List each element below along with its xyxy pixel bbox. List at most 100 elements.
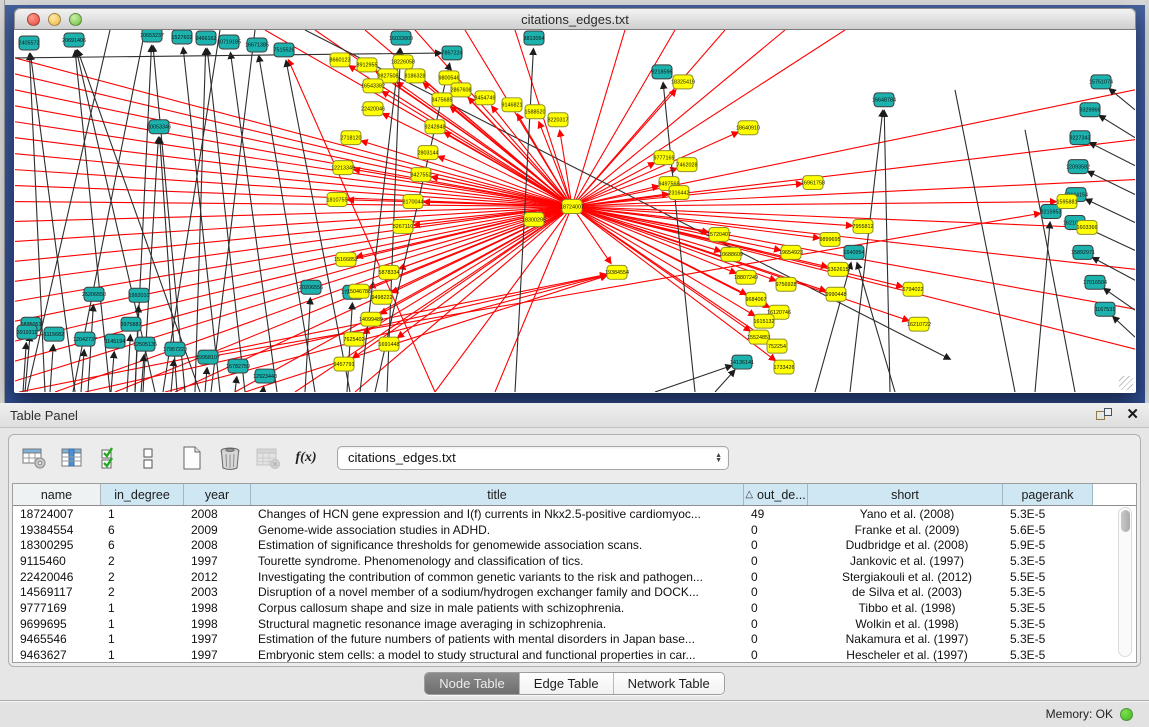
graph-edge[interactable] — [81, 350, 84, 392]
graph-node[interactable]: 1527602 — [172, 30, 193, 44]
graph-node[interactable]: 14136141 — [730, 355, 754, 369]
table-row[interactable]: 969969511998Structural magnetic resonanc… — [13, 616, 1136, 632]
graph-edge[interactable] — [15, 207, 572, 222]
column-header-year[interactable]: year — [184, 484, 251, 505]
graph-edge[interactable] — [15, 207, 572, 342]
graph-edge[interactable] — [195, 49, 206, 392]
graph-node[interactable]: 2803144 — [418, 146, 439, 160]
graph-edge[interactable] — [815, 263, 851, 392]
table-cell[interactable]: 5.3E-5 — [1003, 632, 1093, 646]
table-cell[interactable]: 0 — [744, 570, 808, 584]
deselect-all-columns-button[interactable] — [135, 445, 161, 471]
table-cell[interactable]: 5.5E-5 — [1003, 570, 1093, 584]
citation-network-graph[interactable]: 2405572206914061065323715276029466162107… — [15, 30, 1135, 392]
graph-edge[interactable] — [1113, 317, 1135, 337]
graph-node[interactable]: 9498222 — [372, 290, 393, 304]
graph-node[interactable]: 19384554 — [605, 265, 629, 279]
table-row[interactable]: 1456911722003Disruption of a novel membe… — [13, 584, 1136, 600]
graph-node[interactable]: 16782759 — [226, 359, 250, 373]
table-cell[interactable]: 2003 — [184, 585, 251, 599]
table-cell[interactable]: Estimation of significance thresholds fo… — [251, 538, 744, 552]
table-cell[interactable]: de Silva et al. (2003) — [808, 585, 1003, 599]
column-header-name[interactable]: name — [13, 484, 101, 505]
graph-node[interactable]: 10688609 — [719, 247, 743, 261]
graph-node[interactable]: 12093582 — [1066, 160, 1090, 174]
graph-node[interactable]: 1992010 — [129, 288, 150, 302]
table-cell[interactable]: Genome-wide association studies in ADHD. — [251, 523, 744, 537]
table-cell[interactable]: Wolkin et al. (1998) — [808, 617, 1003, 631]
graph-hub-node[interactable]: 18724007 — [560, 200, 584, 214]
table-cell[interactable]: 9699695 — [13, 617, 101, 631]
table-cell[interactable]: 0 — [744, 648, 808, 662]
graph-node[interactable]: 9684067 — [746, 292, 767, 306]
table-cell[interactable]: Nakamura et al. (1997) — [808, 632, 1003, 646]
table-cell[interactable]: 1997 — [184, 554, 251, 568]
graph-node[interactable]: 16961758 — [801, 176, 825, 190]
column-header-short[interactable]: short — [808, 484, 1003, 505]
graph-node[interactable]: 25206550 — [82, 287, 106, 301]
table-cell[interactable]: 6 — [101, 538, 184, 552]
graph-node[interactable]: 15046788 — [347, 284, 371, 298]
graph-edge[interactable] — [15, 207, 572, 282]
graph-node[interactable]: 8186328 — [405, 69, 426, 83]
table-cell[interactable]: Changes of HCN gene expression and I(f) … — [251, 507, 744, 521]
graph-node[interactable]: 17957223 — [163, 342, 187, 356]
graph-node[interactable]: 8427552 — [411, 168, 432, 182]
graph-node[interactable]: 7515526 — [274, 43, 295, 57]
graph-node[interactable]: 752254 — [767, 339, 787, 353]
graph-edge[interactable] — [259, 56, 315, 392]
delete-column-button[interactable] — [217, 445, 243, 471]
graph-node[interactable]: 9218596 — [652, 65, 673, 79]
window-resize-grip[interactable] — [1119, 376, 1133, 390]
table-cell[interactable]: Disruption of a novel member of a sodium… — [251, 585, 744, 599]
table-cell[interactable]: 18724007 — [13, 507, 101, 521]
graph-node[interactable]: 17016504 — [1083, 275, 1107, 289]
graph-edge[interactable] — [235, 377, 237, 392]
graph-node[interactable]: 20691406 — [62, 33, 86, 47]
graph-node[interactable]: 22420046 — [361, 102, 385, 116]
close-window-button[interactable] — [27, 13, 40, 26]
graph-edge[interactable] — [1090, 143, 1135, 166]
table-cell[interactable]: Embryonic stem cells: a model to study s… — [251, 648, 744, 662]
table-cell[interactable]: 0 — [744, 601, 808, 615]
minimize-window-button[interactable] — [48, 13, 61, 26]
table-cell[interactable]: 0 — [744, 523, 808, 537]
column-header-pagerank[interactable]: pagerank — [1003, 484, 1093, 505]
graph-edge[interactable] — [171, 360, 174, 392]
graph-edge[interactable] — [207, 49, 245, 392]
graph-edge[interactable] — [715, 370, 735, 392]
table-cell[interactable]: 1998 — [184, 601, 251, 615]
table-cell[interactable]: 1 — [101, 601, 184, 615]
graph-node[interactable]: 8267110 — [393, 219, 414, 233]
tab-edge-table[interactable]: Edge Table — [520, 673, 614, 694]
graph-node[interactable]: 9146821 — [502, 98, 523, 112]
table-cell[interactable]: 2 — [101, 570, 184, 584]
function-builder-button[interactable]: f(x) — [293, 445, 319, 471]
table-cell[interactable]: 5.3E-5 — [1003, 617, 1093, 631]
table-cell[interactable]: 5.3E-5 — [1003, 507, 1093, 521]
graph-node[interactable]: 7625402 — [344, 332, 365, 346]
table-cell[interactable]: 0 — [744, 617, 808, 631]
graph-node[interactable]: 6794022 — [903, 282, 924, 296]
table-cell[interactable]: 1 — [101, 617, 184, 631]
graph-edge[interactable] — [286, 61, 350, 392]
table-cell[interactable]: Tibbo et al. (1998) — [808, 601, 1003, 615]
graph-edge[interactable] — [663, 83, 695, 392]
table-cell[interactable]: 2012 — [184, 570, 251, 584]
graph-node[interactable]: 2867608 — [451, 83, 472, 97]
table-cell[interactable]: 0 — [744, 554, 808, 568]
graph-node[interactable]: 18807249 — [734, 270, 758, 284]
table-cell[interactable]: Estimation of the future numbers of pati… — [251, 632, 744, 646]
memory-status-icon[interactable] — [1120, 708, 1133, 721]
table-row[interactable]: 911546021997Tourette syndrome. Phenomeno… — [13, 553, 1136, 569]
scrollbar-thumb[interactable] — [1121, 510, 1130, 532]
tab-network-table[interactable]: Network Table — [614, 673, 724, 694]
graph-node[interactable]: 7955812 — [853, 219, 874, 233]
graph-node[interactable]: 8475685 — [432, 93, 453, 107]
table-row[interactable]: 946362711997Embryonic stem cells: a mode… — [13, 647, 1136, 662]
graph-node[interactable]: 8660123 — [330, 53, 351, 67]
graph-edge[interactable] — [1035, 222, 1050, 392]
table-cell[interactable]: 1 — [101, 507, 184, 521]
table-row[interactable]: 946554611997Estimation of the future num… — [13, 632, 1136, 648]
graph-edge[interactable] — [884, 111, 890, 392]
